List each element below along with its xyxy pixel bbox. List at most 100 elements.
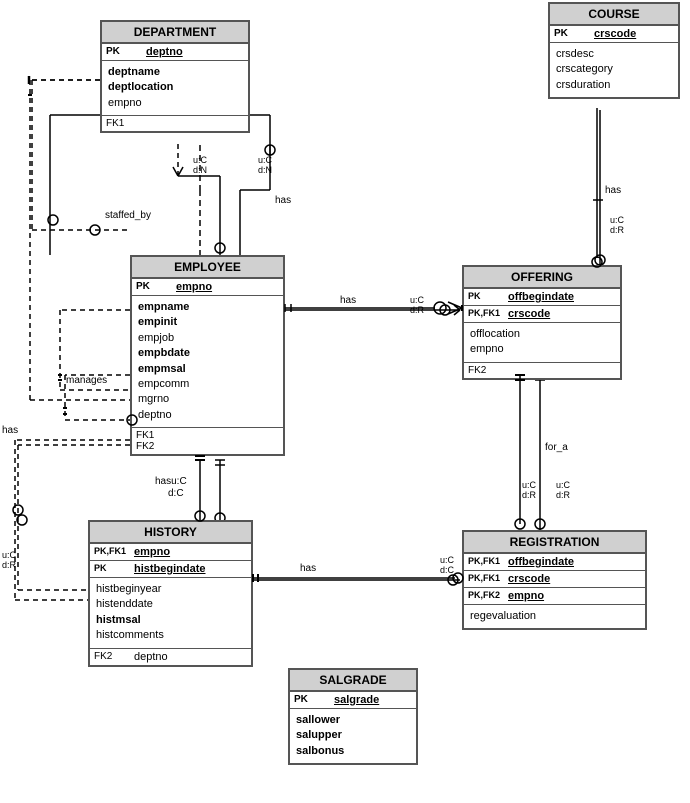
emp-field-mgrno: mgrno	[138, 392, 277, 407]
entity-employee: EMPLOYEE PK empno empname empinit empjob…	[130, 255, 285, 456]
offering-field-empno: empno	[470, 342, 614, 357]
salgrade-pk-label: PK	[294, 694, 334, 705]
course-field-crscategory: crscategory	[556, 62, 672, 77]
department-pk-row: PK deptno	[102, 44, 248, 61]
salgrade-field-salbonus: salbonus	[296, 744, 410, 759]
salgrade-pk-row: PK salgrade	[290, 692, 416, 709]
dept-field-empno: empno	[108, 96, 242, 111]
entity-registration: REGISTRATION PK,FK1 offbegindate PK,FK1 …	[462, 530, 647, 630]
history-fk2-label: FK2	[94, 651, 134, 663]
entity-offering: OFFERING PK offbegindate PK,FK1 crscode …	[462, 265, 622, 380]
emp-field-empname: empname	[138, 300, 277, 315]
offering-fk: FK2	[464, 362, 620, 378]
course-header: COURSE	[550, 4, 678, 26]
history-pk-row2: PK histbegindate	[90, 561, 251, 578]
label-has-dept: has	[275, 195, 291, 206]
salgrade-field-sallower: sallower	[296, 713, 410, 728]
emp-field-empmsal: empmsal	[138, 362, 277, 377]
emp-fk2-label: FK2	[136, 441, 176, 452]
reg-pk-row3: PK,FK2 empno	[464, 588, 645, 605]
reg-pk-label3: PK,FK2	[468, 590, 508, 600]
reg-pk-row1: PK,FK1 offbegindate	[464, 554, 645, 571]
reg-pk-field2: crscode	[508, 573, 550, 585]
offering-pk-field2: crscode	[508, 308, 550, 320]
course-fields: crsdesc crscategory crsduration	[550, 43, 678, 97]
reg-pk-field3: empno	[508, 590, 544, 602]
label-for-a: for_a	[545, 442, 568, 453]
history-fk: FK2 deptno	[90, 648, 251, 665]
history-pk-row1: PK,FK1 empno	[90, 544, 251, 561]
course-field-crsdesc: crsdesc	[556, 47, 672, 62]
reg-pk-label1: PK,FK1	[468, 556, 508, 566]
department-fk: FK1	[102, 115, 248, 131]
emp-fk1-label: FK1	[136, 430, 176, 441]
constraint-dr-course: d:R	[610, 225, 624, 236]
reg-field-regevaluation: regevaluation	[470, 609, 639, 624]
history-header: HISTORY	[90, 522, 251, 544]
offering-pk-row1: PK offbegindate	[464, 289, 620, 306]
department-fields: deptname deptlocation empno	[102, 61, 248, 115]
label-manages: manages	[66, 375, 107, 386]
course-field-crsduration: crsduration	[556, 78, 672, 93]
label-hasu: hasu:C	[155, 476, 187, 487]
dept-field-deptname: deptname	[108, 65, 242, 80]
constraint-dc-hist2: d:C	[440, 565, 454, 576]
salgrade-header: SALGRADE	[290, 670, 416, 692]
entity-salgrade: SALGRADE PK salgrade sallower salupper s…	[288, 668, 418, 765]
employee-fk: FK1 FK2	[132, 427, 283, 454]
history-field-histbeginyear: histbeginyear	[96, 582, 245, 597]
employee-pk-field: empno	[176, 281, 212, 293]
emp-field-empjob: empjob	[138, 331, 277, 346]
constraint-dr-emp-off: d:R	[410, 305, 424, 316]
history-pk-field1: empno	[134, 546, 170, 558]
constraint-dn-dept2: d:N	[258, 165, 272, 176]
offering-pk-label1: PK	[468, 291, 508, 301]
emp-field-empinit: empinit	[138, 315, 277, 330]
history-field-histmsal: histmsal	[96, 613, 245, 628]
reg-pk-row2: PK,FK1 crscode	[464, 571, 645, 588]
emp-field-deptno: deptno	[138, 408, 277, 423]
registration-header: REGISTRATION	[464, 532, 645, 554]
offering-pk-field1: offbegindate	[508, 291, 574, 303]
constraint-dr-reg2: d:R	[556, 490, 570, 501]
label-hasd: d:C	[168, 488, 184, 499]
constraint-dr-left: d:R	[2, 560, 16, 571]
offering-field-offlocation: offlocation	[470, 327, 614, 342]
label-staffed-by: staffed_by	[105, 210, 151, 221]
salgrade-field-salupper: salupper	[296, 728, 410, 743]
label-has-left: has	[2, 425, 18, 436]
salgrade-pk-field: salgrade	[334, 694, 379, 706]
dept-field-deptlocation: deptlocation	[108, 80, 242, 95]
history-field-histenddate: histenddate	[96, 597, 245, 612]
reg-pk-label2: PK,FK1	[468, 573, 508, 583]
department-pk-field: deptno	[146, 46, 183, 58]
history-pk-label2: PK	[94, 563, 134, 573]
salgrade-fields: sallower salupper salbonus	[290, 709, 416, 763]
label-has-course: has	[605, 185, 621, 196]
offering-fk2-label: FK2	[468, 365, 508, 376]
department-pk-label: PK	[106, 46, 146, 57]
offering-header: OFFERING	[464, 267, 620, 289]
history-pk-label1: PK,FK1	[94, 546, 134, 556]
employee-fields: empname empinit empjob empbdate empmsal …	[132, 296, 283, 427]
reg-fields: regevaluation	[464, 605, 645, 628]
constraint-dr-reg-off: d:R	[522, 490, 536, 501]
employee-pk-label: PK	[136, 281, 176, 292]
history-fields: histbeginyear histenddate histmsal histc…	[90, 578, 251, 648]
employee-header: EMPLOYEE	[132, 257, 283, 279]
dept-fk1-label: FK1	[106, 118, 146, 129]
emp-field-empcomm: empcomm	[138, 377, 277, 392]
course-pk-row: PK crscode	[550, 26, 678, 43]
reg-pk-field1: offbegindate	[508, 556, 574, 568]
diagram-container: COURSE PK crscode crsdesc crscategory cr…	[0, 0, 690, 803]
offering-pk-label2: PK,FK1	[468, 308, 508, 318]
constraint-dn-dept1: d:N	[193, 165, 207, 176]
offering-pk-row2: PK,FK1 crscode	[464, 306, 620, 323]
entity-history: HISTORY PK,FK1 empno PK histbegindate hi…	[88, 520, 253, 667]
entity-department: DEPARTMENT PK deptno deptname deptlocati…	[100, 20, 250, 133]
label-has-history-reg: has	[300, 563, 316, 574]
course-pk-label: PK	[554, 28, 594, 39]
department-header: DEPARTMENT	[102, 22, 248, 44]
history-pk-field2: histbegindate	[134, 563, 206, 575]
label-has-emp-offering: has	[340, 295, 356, 306]
